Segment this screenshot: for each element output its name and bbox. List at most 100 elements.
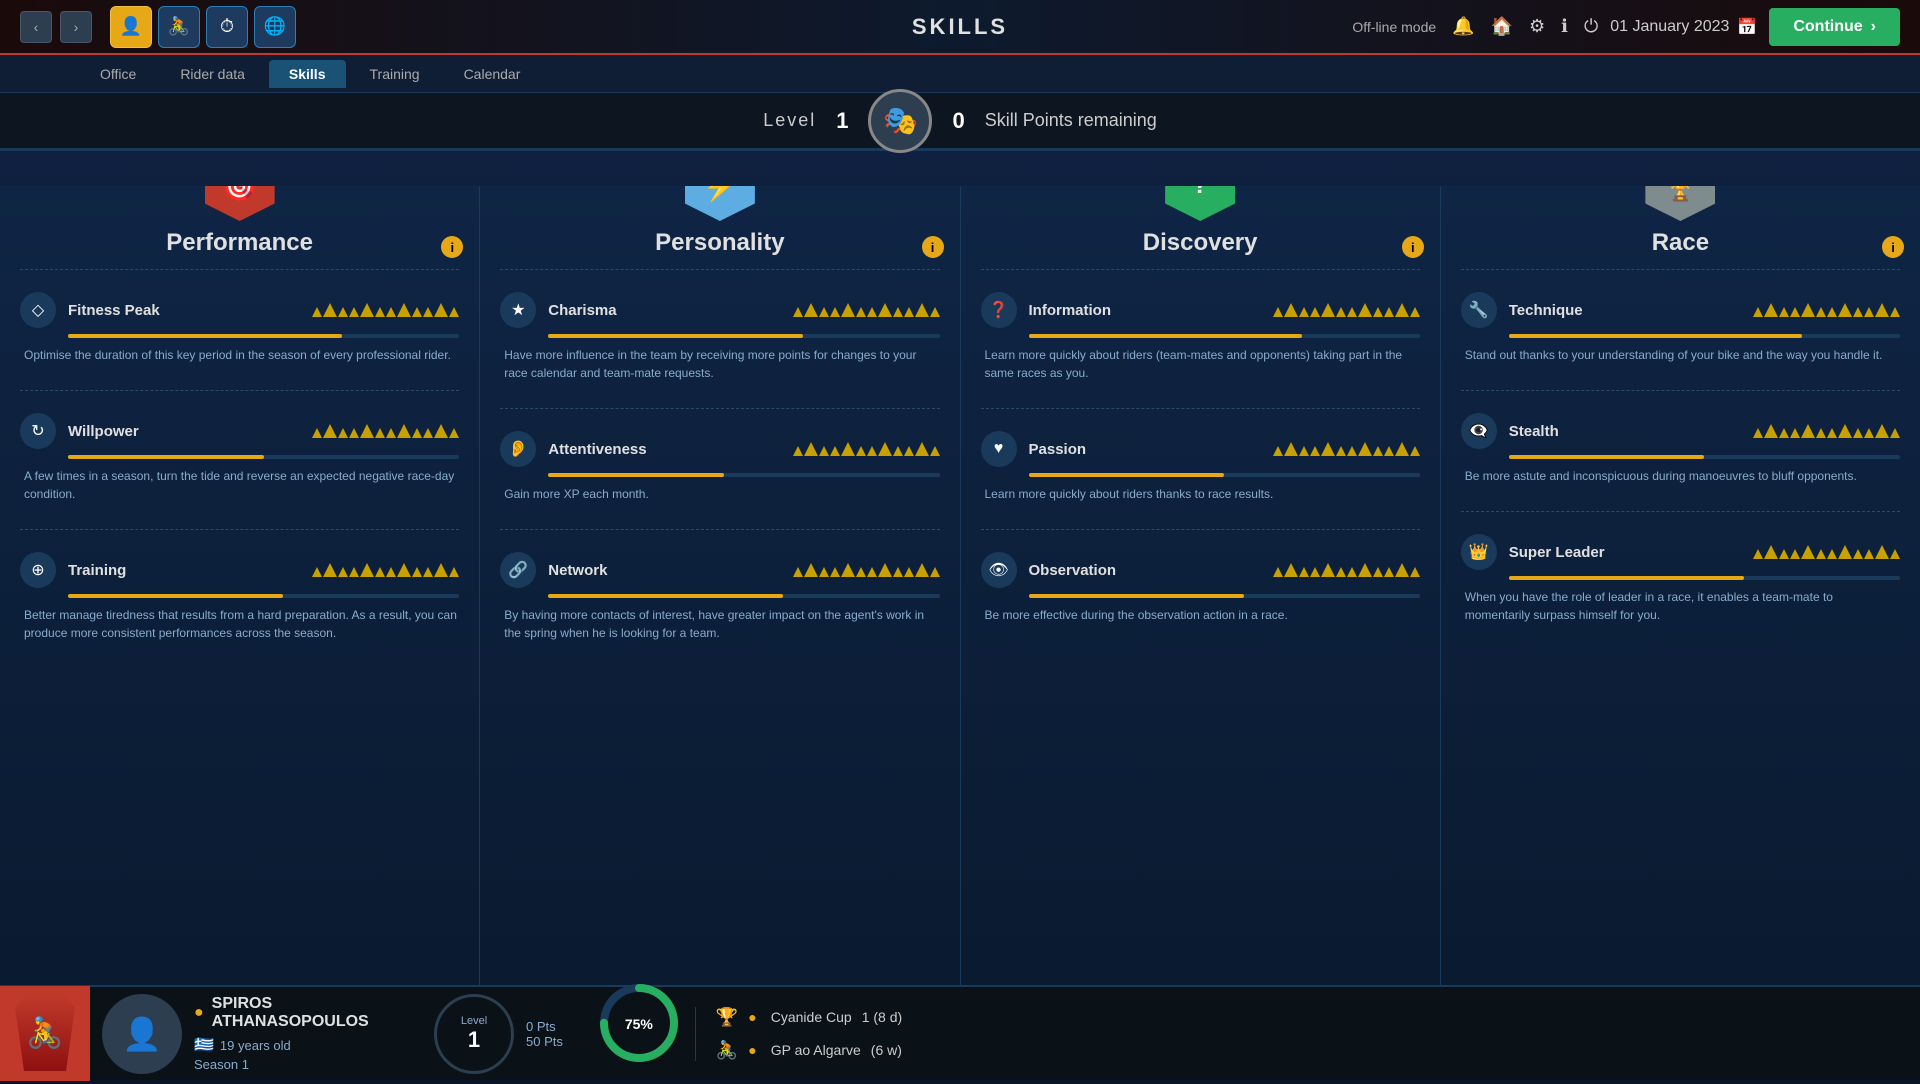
bell-icon[interactable]: 🔔 (1452, 16, 1474, 37)
nav-icon-clock[interactable]: ⏱ (206, 6, 248, 48)
discovery-icon: ? (1165, 186, 1235, 221)
performance-card: 🎯 i Performance ◇ Fitness Peak Opti (0, 186, 480, 985)
race-item-0: 🏆 ● Cyanide Cup 1 (8 d) (716, 1007, 902, 1028)
level-avatar: 🎭 (868, 89, 932, 153)
race-gp-icon: 🚴 (716, 1040, 738, 1061)
stealth-stars (1753, 424, 1900, 438)
performance-icon: 🎯 (205, 186, 275, 221)
personality-hexagon: ⚡ (685, 186, 755, 221)
fitness-peak-stars (312, 303, 459, 317)
skill-training: ⊕ Training Better manage tiredness that … (0, 542, 479, 656)
nav-icon-globe[interactable]: 🌐 (254, 6, 296, 48)
rider-info: ● SPIROS ATHANASOPOULOS 🇬🇷 19 years old … (194, 995, 414, 1072)
information-icon: ❓ (981, 292, 1017, 328)
passion-icon: ♥ (981, 431, 1017, 467)
personality-icon: ⚡ (685, 186, 755, 221)
info-icon[interactable]: ℹ (1561, 16, 1568, 37)
fitness-peak-icon: ◇ (20, 292, 56, 328)
home-icon[interactable]: 🏠 (1491, 16, 1513, 37)
top-bar-system-icons: Off-line mode 🔔 🏠 ⚙ ℹ ⏻ (1352, 16, 1598, 37)
level-circle: Level 1 0 Pts 50 Pts (434, 994, 563, 1074)
pts-display: 0 Pts 50 Pts (526, 1019, 563, 1049)
rider-photo: 👤 (102, 994, 182, 1074)
skill-points-label: Skill Points remaining (985, 110, 1157, 131)
level-label: Level (763, 110, 816, 131)
nav-tabs: Office Rider data Skills Training Calend… (0, 55, 1920, 93)
network-desc: By having more contacts of interest, hav… (500, 606, 939, 642)
level-bar: Level 1 🎭 0 Skill Points remaining (0, 93, 1920, 151)
skill-network: 🔗 Network By having more contacts of int… (480, 542, 959, 656)
rider-flag: 🇬🇷 (194, 1035, 214, 1055)
nav-forward-button[interactable]: › (60, 11, 92, 43)
network-stars (793, 563, 940, 577)
skill-technique: 🔧 Technique Stand out thanks to your und… (1441, 282, 1920, 378)
page-title: SKILLS (912, 14, 1008, 40)
willpower-desc: A few times in a season, turn the tide a… (20, 467, 459, 503)
training-stars (312, 563, 459, 577)
race-card: 🏆 i Race 🔧 Technique Stand out tha (1441, 186, 1920, 985)
gear-icon[interactable]: ⚙ (1529, 16, 1545, 37)
nav-icon-team[interactable]: 🚴 (158, 6, 200, 48)
super-leader-stars (1753, 545, 1900, 559)
race-name-0: Cyanide Cup (771, 1009, 852, 1025)
super-leader-icon: 👑 (1461, 534, 1497, 570)
skill-information: ❓ Information Learn more quickly about r… (961, 282, 1440, 396)
charisma-desc: Have more influence in the team by recei… (500, 346, 939, 382)
date-display: 01 January 2023 📅 (1610, 17, 1757, 37)
race-detail-0: 1 (8 d) (862, 1009, 902, 1025)
performance-title: Performance (0, 229, 479, 257)
network-icon: 🔗 (500, 552, 536, 588)
technique-stars (1753, 303, 1900, 317)
top-bar: ‹ › 👤 🚴 ⏱ 🌐 SKILLS Off-line mode 🔔 🏠 ⚙ ℹ… (0, 0, 1920, 55)
technique-icon: 🔧 (1461, 292, 1497, 328)
discovery-card: ? i Discovery ❓ Information Learn mo (961, 186, 1441, 985)
tab-skills[interactable]: Skills (269, 60, 346, 88)
bottom-bar: 🚴 👤 ● SPIROS ATHANASOPOULOS 🇬🇷 19 years … (0, 985, 1920, 1080)
charisma-icon: ★ (500, 292, 536, 328)
nav-icon-rider[interactable]: 👤 (110, 6, 152, 48)
rider-status-dot: ● (194, 1004, 204, 1022)
calendar-icon[interactable]: 📅 (1737, 17, 1757, 37)
personality-card: ⚡ i Personality ★ Charisma Have more (480, 186, 960, 985)
information-name: Information (1029, 302, 1261, 319)
passion-name: Passion (1029, 441, 1261, 458)
race-name-1: GP ao Algarve (771, 1042, 861, 1058)
stealth-name: Stealth (1509, 423, 1741, 440)
tab-calendar[interactable]: Calendar (444, 60, 541, 88)
skill-attentiveness: 👂 Attentiveness Gain more XP each month. (480, 421, 959, 517)
charisma-stars (793, 303, 940, 317)
fitness-peak-desc: Optimise the duration of this key period… (20, 346, 459, 364)
tab-office[interactable]: Office (80, 60, 156, 88)
continue-button[interactable]: Continue › (1769, 8, 1900, 46)
passion-desc: Learn more quickly about riders thanks t… (981, 485, 1420, 503)
observation-desc: Be more effective during the observation… (981, 606, 1420, 624)
charisma-name: Charisma (548, 302, 780, 319)
race-icon: 🏆 (1645, 186, 1715, 221)
performance-hexagon: 🎯 (205, 186, 275, 221)
attentiveness-name: Attentiveness (548, 441, 780, 458)
super-leader-name: Super Leader (1509, 544, 1741, 561)
skill-stealth: 👁‍🗨 Stealth Be more astute and inconspic… (1441, 403, 1920, 499)
rider-age: 🇬🇷 19 years old (194, 1035, 414, 1055)
technique-desc: Stand out thanks to your understanding o… (1461, 346, 1900, 364)
race-title: Race (1441, 229, 1920, 257)
race-badge-dot: ● (748, 1009, 756, 1025)
willpower-name: Willpower (68, 423, 300, 440)
tab-rider-data[interactable]: Rider data (160, 60, 265, 88)
passion-stars (1273, 442, 1420, 456)
attentiveness-desc: Gain more XP each month. (500, 485, 939, 503)
fitness-peak-name: Fitness Peak (68, 302, 300, 319)
willpower-stars (312, 424, 459, 438)
level-ring: Level 1 (434, 994, 514, 1074)
race-detail-1: (6 w) (871, 1042, 902, 1058)
rider-avatar-container: 🚴 (0, 986, 90, 1081)
skill-passion: ♥ Passion Learn more quickly about rider… (961, 421, 1440, 517)
power-icon[interactable]: ⏻ (1584, 16, 1598, 37)
nav-back-button[interactable]: ‹ (20, 11, 52, 43)
information-desc: Learn more quickly about riders (team-ma… (981, 346, 1420, 382)
trophy-icon: 🏆 (716, 1007, 738, 1028)
tab-training[interactable]: Training (350, 60, 440, 88)
discovery-title: Discovery (961, 229, 1440, 257)
attentiveness-icon: 👂 (500, 431, 536, 467)
technique-name: Technique (1509, 302, 1741, 319)
